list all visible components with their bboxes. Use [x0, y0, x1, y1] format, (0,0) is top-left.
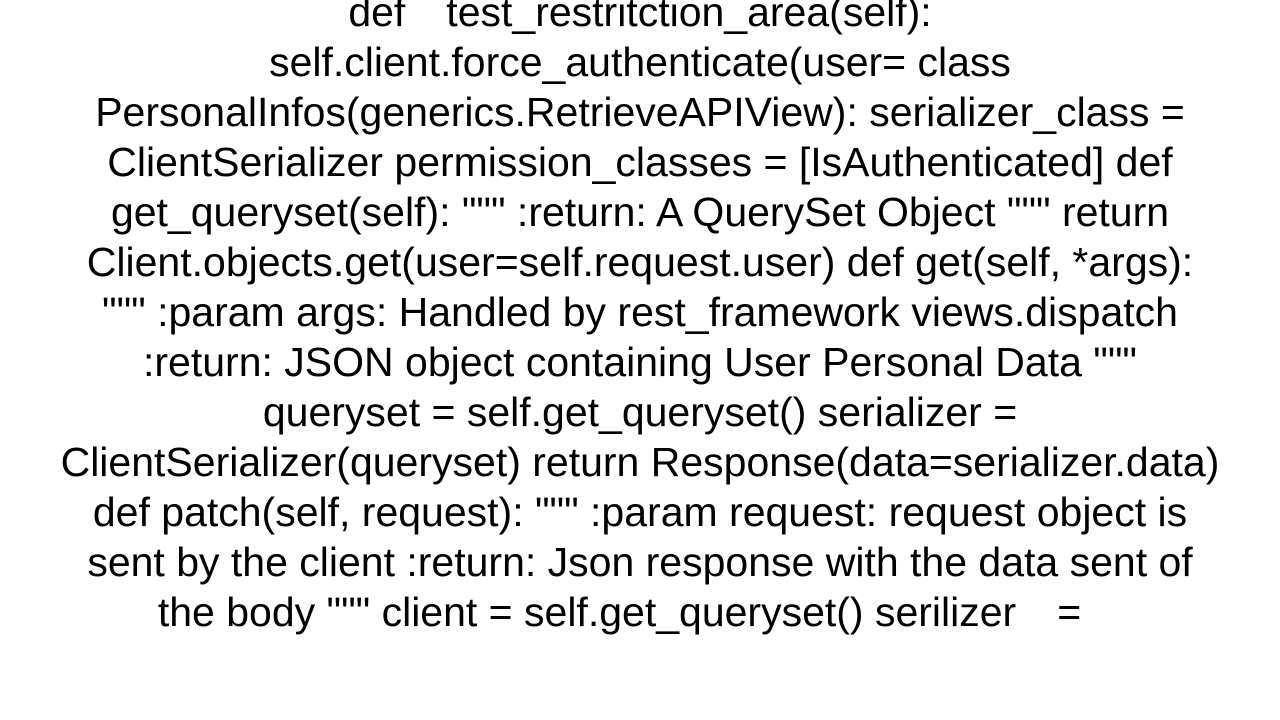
code-text-block: def test_restritction_area(self): self.c…	[0, 0, 1280, 637]
